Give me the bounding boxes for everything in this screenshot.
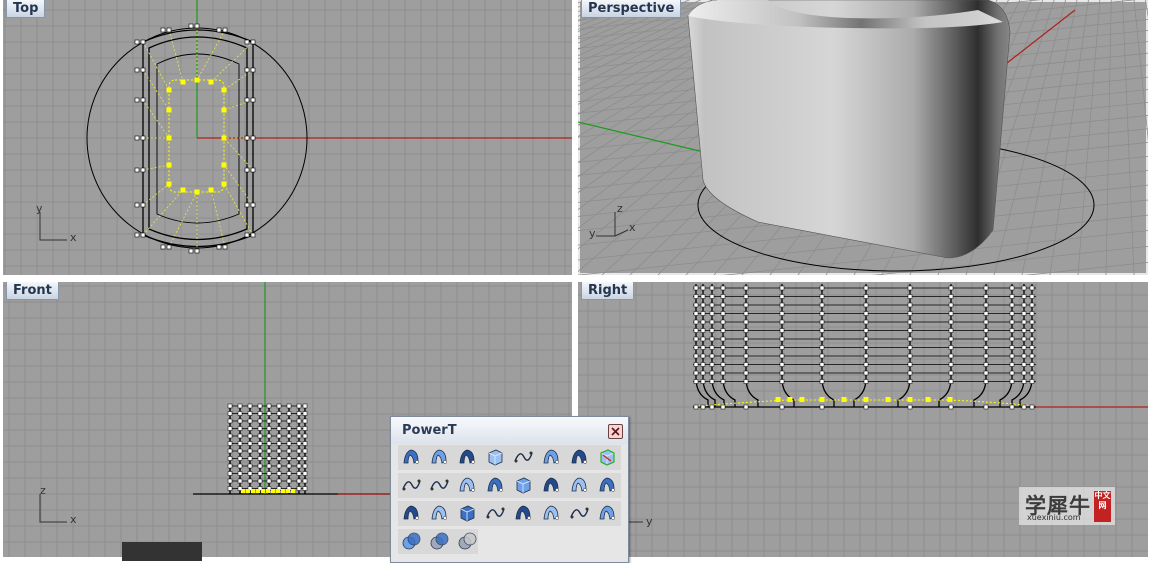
powert-toolbar[interactable]: PowerT: [390, 416, 629, 563]
viewport-top[interactable]: Top y x: [3, 0, 572, 275]
perspective-view-canvas: z y x: [578, 0, 1148, 275]
top-view-canvas: y x: [3, 0, 572, 275]
toolbar-row: [398, 445, 621, 470]
mirror-icon[interactable]: [567, 446, 591, 469]
viewport-title-front[interactable]: Front: [6, 282, 59, 300]
toolbar-row: [398, 529, 621, 554]
solid-box-icon[interactable]: [511, 474, 535, 497]
toolbar-row: [398, 473, 621, 498]
axis-label-x: x: [70, 231, 77, 244]
extrude-surface-icon[interactable]: [483, 446, 507, 469]
axis-label-y: y: [589, 227, 596, 240]
shell-surface: [687, 0, 1011, 259]
box-edit-icon[interactable]: [595, 446, 619, 469]
axis-label-x: x: [629, 221, 636, 234]
axis-gizmo-front: [39, 494, 67, 523]
y-axis-line: [578, 121, 709, 154]
split-mirror-icon[interactable]: [539, 474, 563, 497]
flow-along-surface-icon[interactable]: [455, 446, 479, 469]
boolean-difference-icon[interactable]: [427, 530, 451, 553]
rectangle-corner-icon[interactable]: [539, 502, 563, 525]
boolean-union-icon[interactable]: [399, 530, 423, 553]
toolbar-title: PowerT: [402, 423, 457, 438]
viewport-title-perspective[interactable]: Perspective: [581, 0, 682, 18]
front-cage: [227, 403, 308, 494]
axis-label-y: y: [646, 515, 653, 528]
curve-on-surface-icon[interactable]: [399, 474, 423, 497]
rail-revolve-1-icon[interactable]: [399, 446, 423, 469]
axis-label-z: z: [617, 202, 623, 215]
toolbar-row: [398, 501, 621, 526]
offset-surface-icon[interactable]: [427, 502, 451, 525]
toolbar-titlebar[interactable]: PowerT: [391, 417, 628, 444]
viewport-separator-horizontal[interactable]: [0, 275, 1150, 282]
axis-label-x: x: [70, 513, 77, 526]
right-cage: [693, 284, 1036, 410]
rail-revolve-2-icon[interactable]: [427, 446, 451, 469]
surface-plane-icon[interactable]: [483, 474, 507, 497]
watermark-sub: xuexiniu.com: [1027, 513, 1081, 522]
axis-label-z: z: [40, 484, 46, 497]
axis-label-y: y: [36, 202, 43, 215]
twist-icon[interactable]: [511, 502, 535, 525]
diamond-icon[interactable]: [595, 474, 619, 497]
point-grid-icon[interactable]: [539, 446, 563, 469]
plane-project-icon[interactable]: [455, 474, 479, 497]
funnel-icon[interactable]: [595, 502, 619, 525]
viewport-title-top[interactable]: Top: [6, 0, 46, 18]
boolean-intersect-icon[interactable]: [455, 530, 479, 553]
curve-blend-icon[interactable]: [567, 502, 591, 525]
viewport-tab[interactable]: [122, 542, 202, 561]
watermark-badge: 中文网: [1094, 491, 1111, 522]
stack-points-icon[interactable]: [399, 502, 423, 525]
cylinder-measure-icon[interactable]: [455, 502, 479, 525]
viewport-perspective[interactable]: Perspective z y x: [578, 0, 1148, 275]
polyline-icon[interactable]: [427, 474, 451, 497]
close-icon[interactable]: [608, 424, 623, 439]
axis-gizmo-persp: [596, 212, 629, 237]
bend-surface-icon[interactable]: [567, 474, 591, 497]
viewport-title-right[interactable]: Right: [581, 282, 635, 300]
line-cut-icon[interactable]: [483, 502, 507, 525]
watermark-logo: 学犀牛 xuexiniu.com 中文网: [1019, 487, 1115, 525]
blend-surface-icon[interactable]: [511, 446, 535, 469]
